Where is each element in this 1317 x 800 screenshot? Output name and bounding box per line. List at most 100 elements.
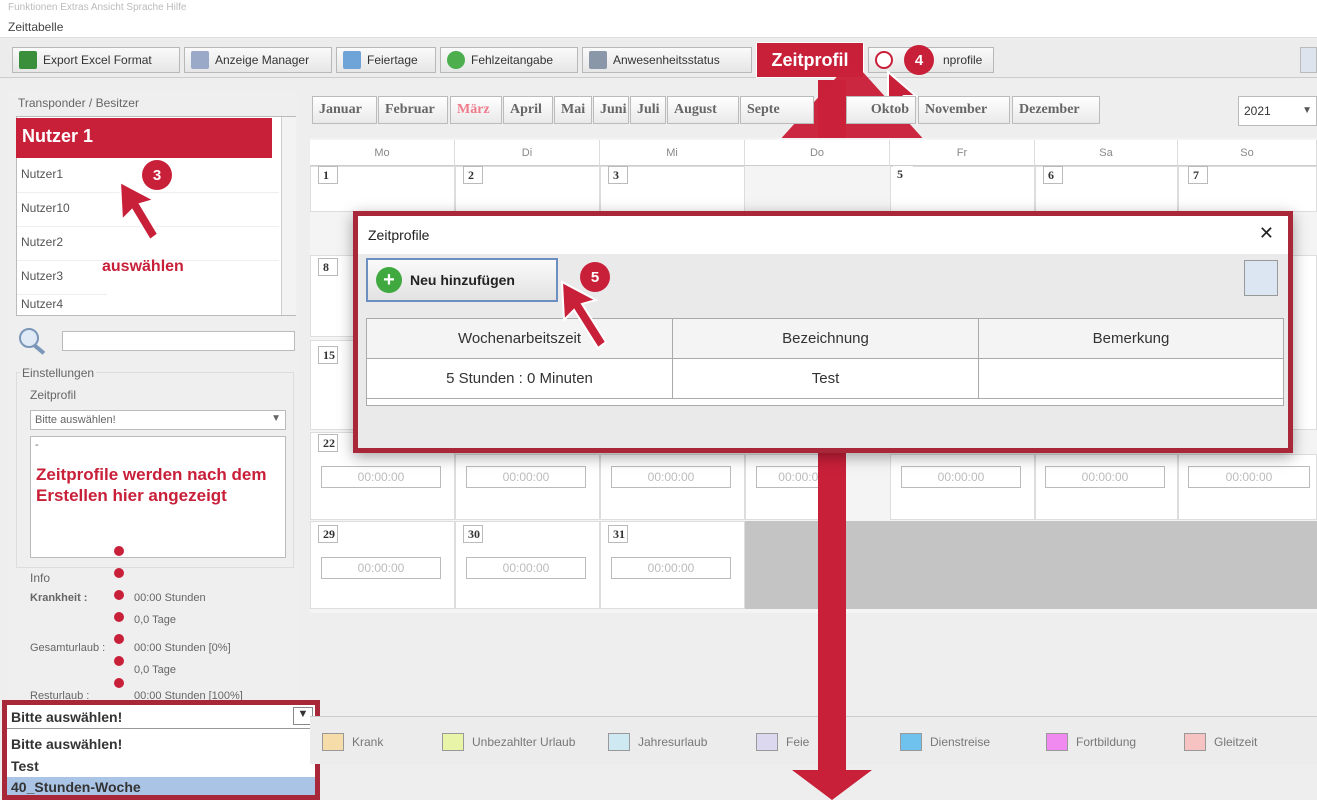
table-cell[interactable]: Test (673, 359, 979, 399)
search-input[interactable] (62, 331, 295, 351)
month-august[interactable]: August (667, 96, 739, 124)
month-september[interactable]: Septe (740, 96, 814, 124)
zeitprofil-box-dash: - (35, 439, 39, 451)
feiertage-button[interactable]: Feiertage (336, 47, 436, 73)
select-hint: auswählen (102, 258, 184, 275)
column-header[interactable]: Wochenarbeitszeit (367, 319, 673, 359)
anzeige-label: Anzeige Manager (215, 53, 310, 67)
time-field[interactable]: 00:00:00 (466, 466, 586, 488)
legend-label: Jahresurlaub (638, 735, 708, 749)
table-cell[interactable] (979, 359, 1283, 399)
owner-label: Transponder / Besitzer (18, 96, 139, 110)
dot (114, 568, 124, 578)
legend-item: Jahresurlaub (608, 733, 707, 751)
weekday-header: So (1178, 140, 1317, 166)
title-bar: Funktionen Extras Ansicht Sprache Hilfe … (0, 0, 1317, 38)
user-list-scrollbar[interactable] (281, 117, 296, 315)
time-field[interactable]: 00:00:00 (466, 557, 586, 579)
month-april[interactable]: April (503, 96, 553, 124)
chevron-down-icon: ▼ (271, 413, 281, 424)
day-number: 29 (318, 525, 338, 543)
time-field[interactable]: 00:00:00 (1188, 466, 1310, 488)
dialog-titlebar: Zeitprofile ✕ (358, 216, 1288, 254)
legend-label: Unbezahlter Urlaub (472, 735, 576, 749)
export-excel-button[interactable]: Export Excel Format (12, 47, 180, 73)
anzeige-manager-button[interactable]: Anzeige Manager (184, 47, 332, 73)
time-field[interactable]: 00:00:00 (756, 466, 826, 488)
list-item[interactable]: Nutzer4 (17, 289, 279, 323)
legend-item: Krank (322, 733, 383, 751)
legend-item: Unbezahlter Urlaub (442, 733, 575, 751)
people-icon (589, 51, 607, 69)
fehlzeitangabe-button[interactable]: Fehlzeitangabe (440, 47, 578, 73)
dot (114, 678, 124, 688)
display-manager-icon (191, 51, 209, 69)
month-mai[interactable]: Mai (554, 96, 592, 124)
day-number: 7 (1188, 166, 1208, 184)
pointer-arrow-3 (118, 180, 160, 242)
zeitprofil-select-value: Bitte auswählen! (35, 414, 116, 426)
legend-item: Feie (756, 733, 809, 751)
table-cell[interactable]: 5 Stunden : 0 Minuten (367, 359, 673, 399)
month-maerz[interactable]: März (450, 96, 502, 124)
dot (114, 656, 124, 666)
add-new-button[interactable]: + Neu hinzufügen (366, 258, 558, 302)
day-number: 8 (318, 258, 338, 276)
day-number: 1 (318, 166, 338, 184)
fehlzeit-label: Fehlzeitangabe (471, 53, 554, 67)
gesamt-hours: 00:00 Stunden [0%] (134, 642, 231, 654)
day-number: 5 (893, 166, 913, 184)
month-juni[interactable]: Juni (593, 96, 629, 124)
dropdown-option[interactable]: Bitte auswählen! (7, 733, 315, 755)
calendar-icon (343, 51, 361, 69)
info-label: Info (30, 571, 51, 585)
add-new-label: Neu hinzufügen (410, 272, 515, 288)
legend-swatch (1184, 733, 1206, 751)
month-januar[interactable]: Januar (312, 96, 377, 124)
time-field[interactable]: 00:00:00 (611, 557, 731, 579)
weekday-header: Di (455, 140, 600, 166)
legend-label: Feie (786, 735, 810, 749)
day-number: 15 (318, 346, 338, 364)
time-field[interactable]: 00:00:00 (1045, 466, 1165, 488)
column-header[interactable]: Bezeichnung (673, 319, 979, 359)
legend-swatch (756, 733, 778, 751)
month-dezember[interactable]: Dezember (1012, 96, 1100, 124)
dropdown-option[interactable]: Test (7, 755, 315, 777)
dropdown-option-selected[interactable]: 40_Stunden-Woche (7, 777, 315, 795)
dot (114, 612, 124, 622)
column-header[interactable]: Bemerkung (979, 319, 1283, 359)
trash-icon[interactable] (1300, 47, 1317, 73)
zeitprofil-select[interactable]: Bitte auswählen! ▼ (30, 410, 286, 430)
month-oktober[interactable]: Oktob (846, 96, 916, 124)
weekday-header: Do (745, 140, 890, 166)
anwesenheit-label: Anwesenheitsstatus (613, 53, 720, 67)
profile-dropdown[interactable]: Bitte auswählen! ▼ Bitte auswählen! Test … (2, 700, 320, 800)
day-number: 3 (608, 166, 628, 184)
weekday-header: Mi (600, 140, 745, 166)
zeitprofile-dialog: Zeitprofile ✕ + Neu hinzufügen Wochenarb… (353, 211, 1293, 453)
day-number: 22 (318, 434, 338, 452)
time-field[interactable]: 00:00:00 (901, 466, 1021, 488)
zeitprofil-label: Zeitprofil (30, 388, 77, 402)
gesamt-days: 0,0 Tage (134, 664, 177, 676)
legend-swatch (322, 733, 344, 751)
time-field[interactable]: 00:00:00 (611, 466, 731, 488)
legend-swatch (900, 733, 922, 751)
close-icon[interactable]: ✕ (1259, 223, 1274, 244)
dot (114, 634, 124, 644)
month-juli[interactable]: Juli (630, 96, 666, 124)
time-field[interactable]: 00:00:00 (321, 557, 441, 579)
time-field[interactable]: 00:00:00 (321, 466, 441, 488)
settings-label: Einstellungen (20, 366, 97, 380)
selected-user[interactable]: Nutzer 1 (16, 118, 272, 158)
day-number: 2 (463, 166, 483, 184)
chevron-down-icon: ▼ (1302, 105, 1312, 116)
weekday-header: Sa (1035, 140, 1178, 166)
month-februar[interactable]: Februar (378, 96, 448, 124)
month-november[interactable]: November (918, 96, 1010, 124)
year-select[interactable]: 2021 ▼ (1238, 96, 1317, 126)
search-icon[interactable] (16, 326, 50, 356)
delete-icon[interactable] (1244, 260, 1278, 296)
dropdown-current[interactable]: Bitte auswählen! ▼ (7, 705, 315, 729)
